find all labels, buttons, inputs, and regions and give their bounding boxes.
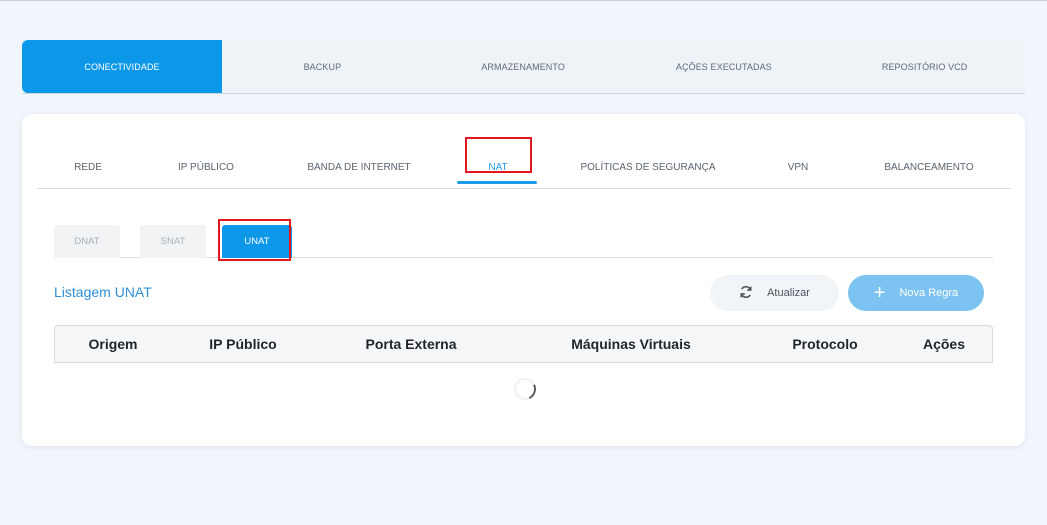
tab-repositorio-vcd[interactable]: REPOSITÓRIO VCD	[824, 40, 1025, 93]
column-header-porta-externa[interactable]: Porta Externa	[365, 326, 456, 362]
sub-tab-nat[interactable]: NAT	[481, 149, 515, 185]
column-header-ip-publico[interactable]: IP Público	[209, 326, 276, 362]
nat-tab-snat[interactable]: SNAT	[140, 225, 206, 258]
sub-tab-politicas-de-seguranca[interactable]: POLÍTICAS DE SEGURANÇA	[580, 149, 716, 185]
top-tabs: CONECTIVIDADE BACKUP ARMAZENAMENTO AÇÕES…	[22, 40, 1025, 94]
column-header-protocolo[interactable]: Protocolo	[792, 326, 857, 362]
nat-tab-dnat[interactable]: DNAT	[54, 225, 120, 258]
nat-type-tabs: DNAT SNAT UNAT	[54, 223, 993, 258]
new-rule-button[interactable]: + Nova Regra	[848, 275, 984, 311]
main-card: REDE IP PÚBLICO BANDA DE INTERNET NAT PO…	[22, 114, 1025, 446]
column-header-maquinas-virtuais[interactable]: Máquinas Virtuais	[571, 326, 691, 362]
sub-tab-ip-publico[interactable]: IP PÚBLICO	[170, 149, 242, 185]
sub-tab-balanceamento[interactable]: BALANCEAMENTO	[877, 149, 981, 185]
tab-backup[interactable]: BACKUP	[222, 40, 423, 93]
tab-acoes-executadas[interactable]: AÇÕES EXECUTADAS	[624, 40, 825, 93]
refresh-icon	[739, 285, 753, 302]
loading-spinner-icon	[510, 374, 540, 404]
refresh-button[interactable]: Atualizar	[710, 275, 839, 311]
list-title: Listagem UNAT	[54, 284, 152, 300]
table-header: Origem IP Público Porta Externa Máquinas…	[54, 325, 993, 363]
refresh-label: Atualizar	[767, 287, 810, 299]
sub-tab-banda-de-internet[interactable]: BANDA DE INTERNET	[303, 149, 415, 185]
connectivity-sub-tabs: REDE IP PÚBLICO BANDA DE INTERNET NAT PO…	[37, 128, 1011, 189]
plus-icon: +	[873, 282, 886, 304]
tab-armazenamento[interactable]: ARMAZENAMENTO	[423, 40, 624, 93]
active-tab-indicator	[457, 181, 537, 184]
sub-tab-rede[interactable]: REDE	[63, 149, 113, 185]
new-rule-label: Nova Regra	[899, 287, 959, 299]
nat-tab-unat[interactable]: UNAT	[222, 225, 292, 258]
column-header-acoes[interactable]: Ações	[923, 326, 965, 362]
tab-conectividade[interactable]: CONECTIVIDADE	[22, 40, 222, 93]
column-header-origem[interactable]: Origem	[88, 326, 137, 362]
sub-tab-vpn[interactable]: VPN	[778, 149, 818, 185]
